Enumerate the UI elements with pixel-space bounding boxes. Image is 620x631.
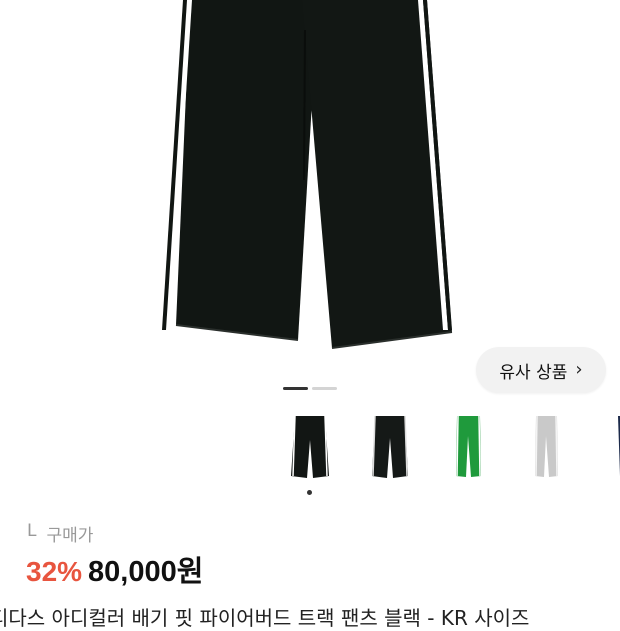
similar-products-label: 유사 상품 [499,362,568,383]
size-value: L [27,521,37,541]
thumbnail-grey[interactable] [511,410,581,486]
thumbnail-navy[interactable] [590,410,620,486]
thumbnail-green[interactable] [433,410,503,486]
thumbnail-black-2[interactable] [355,410,425,486]
price-line: 32% 80,000원 [26,548,203,590]
variant-thumbnails [0,410,620,500]
chevron-right-icon: › [575,359,583,380]
selected-thumbnail-indicator [307,490,312,495]
similar-products-button[interactable]: 유사 상품 › [476,347,606,393]
gallery-pager [283,387,337,390]
purchase-price: 80,000원 [88,556,204,588]
discount-rate: 32% [26,556,83,587]
product-image[interactable] [0,0,620,380]
pager-indicator-active[interactable] [283,387,308,390]
thumbnail-black-1[interactable] [275,410,345,486]
product-title: 디다스 아디컬러 배기 핏 파이어버드 트랙 팬츠 블랙 - KR 사이즈 [0,606,530,630]
price-label: 구매가 [46,526,94,546]
pager-indicator-inactive[interactable] [312,387,337,390]
purchase-size-line: L 구매가 [27,521,93,546]
